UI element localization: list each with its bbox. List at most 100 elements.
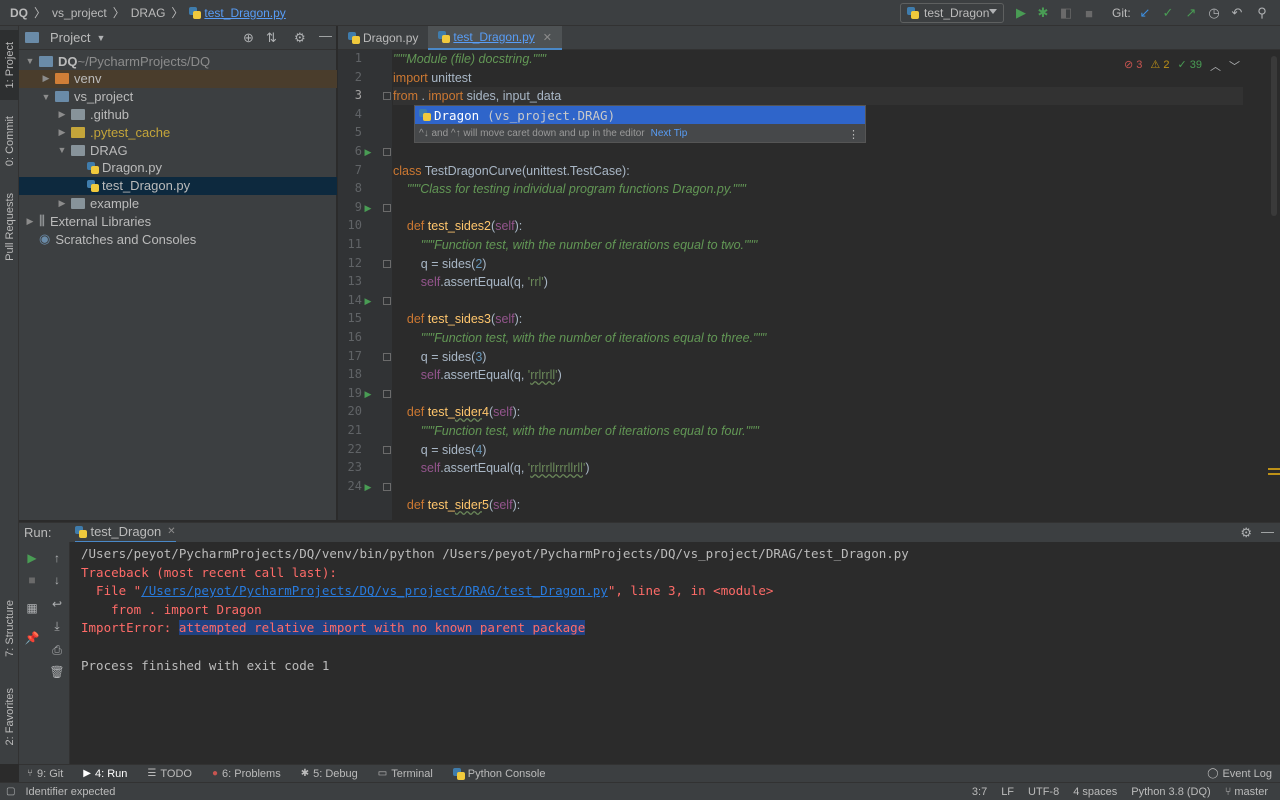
- run-gutter-icon[interactable]: ▶: [362, 482, 374, 493]
- tool-tab-todo[interactable]: ☰ TODO: [147, 768, 192, 780]
- status-toggle-icon[interactable]: ▢: [6, 786, 15, 797]
- tool-tab-problems[interactable]: ● 6: Problems: [212, 768, 281, 780]
- tool-tab-git[interactable]: ⑂ 9: Git: [27, 768, 63, 780]
- tree-item[interactable]: test_Dragon.py: [19, 176, 337, 195]
- run-tab-test-dragon[interactable]: test_Dragon ✕: [75, 523, 176, 543]
- traceback-file-link[interactable]: /Users/peyot/PycharmProjects/DQ/vs_proje…: [141, 583, 608, 598]
- history-icon[interactable]: ◷: [1206, 5, 1222, 21]
- project-panel-title[interactable]: Project: [50, 30, 90, 45]
- git-branch[interactable]: ⑂ master: [1225, 786, 1268, 798]
- run-gutter-icon[interactable]: ▶: [362, 147, 374, 158]
- arrow-up-icon[interactable]: ↑: [49, 550, 65, 566]
- tool-tab-structure[interactable]: 7: Structure: [0, 586, 19, 670]
- stop-icon[interactable]: ■: [24, 572, 40, 588]
- breadcrumb-drag[interactable]: DRAG: [131, 6, 166, 20]
- pin-icon[interactable]: 📌: [24, 630, 40, 646]
- editor-scrollbar[interactable]: [1268, 50, 1280, 520]
- tree-item[interactable]: ▶ example: [19, 194, 337, 212]
- tree-item[interactable]: ▼ DRAG: [19, 141, 337, 159]
- fold-marker-icon[interactable]: [383, 482, 391, 491]
- run-console[interactable]: /Users/peyot/PycharmProjects/DQ/venv/bin…: [71, 542, 1280, 764]
- chevron-down-icon[interactable]: ▼: [41, 92, 51, 102]
- stop-icon[interactable]: ■: [1081, 5, 1097, 21]
- trash-icon[interactable]: 🗑: [49, 664, 65, 680]
- file-encoding[interactable]: UTF-8: [1028, 786, 1059, 798]
- fold-marker-icon[interactable]: [383, 296, 391, 305]
- tool-tab-run[interactable]: ▶ 4: Run: [83, 768, 127, 780]
- hide-icon[interactable]: —: [1261, 524, 1274, 539]
- run-gutter-icon[interactable]: ▶: [362, 296, 374, 307]
- tree-item[interactable]: ▶ .github: [19, 105, 337, 123]
- chevron-down-icon[interactable]: ▼: [57, 145, 67, 155]
- warning-marker[interactable]: [1268, 468, 1280, 470]
- autocomplete-item[interactable]: Dragon (vs_project.DRAG): [415, 106, 865, 124]
- breadcrumb-file[interactable]: test_Dragon.py: [204, 6, 285, 20]
- tree-item[interactable]: ▶ venv: [19, 69, 337, 88]
- run-gutter-icon[interactable]: ▶: [362, 203, 374, 214]
- fold-marker-icon[interactable]: [383, 203, 391, 212]
- more-options-icon[interactable]: ⋮: [848, 128, 859, 141]
- git-push-icon[interactable]: ↗: [1183, 5, 1199, 21]
- print-icon[interactable]: ⎙: [49, 642, 65, 658]
- caret-position[interactable]: 3:7: [972, 786, 987, 798]
- run-gutter-icon[interactable]: ▶: [362, 389, 374, 400]
- breadcrumb-dq[interactable]: DQ: [10, 6, 28, 20]
- tree-item[interactable]: ▼ vs_project: [19, 88, 337, 106]
- tree-item[interactable]: ▼ DQ ~/PycharmProjects/DQ: [19, 52, 337, 70]
- tree-item[interactable]: ◉ Scratches and Consoles: [19, 230, 337, 248]
- tree-item[interactable]: ▶ .pytest_cache: [19, 123, 337, 141]
- breadcrumb-vs-project[interactable]: vs_project: [52, 6, 107, 20]
- fold-marker-icon[interactable]: [383, 389, 391, 398]
- chevron-right-icon[interactable]: ▶: [57, 127, 67, 138]
- locate-icon[interactable]: ⊕: [243, 30, 254, 46]
- coverage-icon[interactable]: ◧: [1058, 5, 1074, 21]
- chevron-down-icon[interactable]: ﹀: [1229, 58, 1240, 74]
- fold-marker-icon[interactable]: [383, 148, 391, 156]
- search-icon[interactable]: ⚲: [1254, 5, 1270, 21]
- git-update-icon[interactable]: ↙: [1137, 5, 1153, 21]
- rollback-icon[interactable]: ↶: [1229, 5, 1245, 21]
- layout-icon[interactable]: ▦: [24, 600, 40, 616]
- tree-item[interactable]: Dragon.py: [19, 159, 337, 177]
- fold-marker-icon[interactable]: [383, 259, 391, 268]
- tool-tab-python-console[interactable]: Python Console: [452, 767, 545, 780]
- tool-tab-debug[interactable]: ✱ 5: Debug: [301, 768, 358, 780]
- tool-tab-terminal[interactable]: ▭ Terminal: [378, 768, 433, 780]
- debug-icon[interactable]: ✱: [1035, 5, 1051, 21]
- run-icon[interactable]: ▶: [1013, 5, 1029, 21]
- tool-tab-favorites[interactable]: 2: Favorites: [0, 678, 19, 756]
- soft-wrap-icon[interactable]: ↩: [49, 596, 65, 612]
- scroll-to-end-icon[interactable]: ⤓: [49, 618, 65, 634]
- chevron-up-icon[interactable]: ︿: [1210, 58, 1221, 74]
- close-icon[interactable]: ✕: [543, 31, 552, 44]
- fold-marker-icon[interactable]: [383, 445, 391, 454]
- gear-icon[interactable]: ⚙: [1240, 525, 1252, 541]
- event-log-button[interactable]: ◯ Event Log: [1207, 768, 1272, 780]
- tool-tab-project[interactable]: 1: Project: [0, 30, 19, 100]
- python-interpreter[interactable]: Python 3.8 (DQ): [1131, 786, 1210, 798]
- fold-marker-icon[interactable]: [383, 92, 391, 101]
- tool-tab-pull-requests[interactable]: Pull Requests: [0, 182, 19, 272]
- selected-error-text[interactable]: attempted relative import with no known …: [178, 620, 586, 636]
- next-tip-link[interactable]: Next Tip: [651, 128, 688, 139]
- tab-dragon-py[interactable]: Dragon.py: [338, 26, 428, 50]
- rerun-icon[interactable]: ▶: [24, 550, 40, 566]
- scrollbar-thumb[interactable]: [1271, 56, 1277, 216]
- close-icon[interactable]: ✕: [167, 526, 175, 537]
- collapse-all-icon[interactable]: ⇅: [266, 30, 277, 46]
- hide-icon[interactable]: —: [319, 28, 332, 43]
- tree-item[interactable]: ▶ ⫼ External Libraries: [19, 212, 337, 230]
- fold-marker-icon[interactable]: [383, 352, 391, 361]
- line-separator[interactable]: LF: [1001, 786, 1014, 798]
- chevron-right-icon[interactable]: ▶: [57, 198, 67, 209]
- chevron-down-icon[interactable]: ▼: [96, 33, 105, 43]
- chevron-right-icon[interactable]: ▶: [25, 216, 35, 227]
- warning-marker[interactable]: [1268, 473, 1280, 475]
- git-commit-icon[interactable]: ✓: [1160, 5, 1176, 21]
- chevron-right-icon[interactable]: ▶: [41, 73, 51, 84]
- inspection-widget[interactable]: ⊘ 3 ⚠ 2 ✓ 39 ︿ ﹀: [1124, 58, 1240, 74]
- chevron-right-icon[interactable]: ▶: [57, 109, 67, 120]
- chevron-down-icon[interactable]: ▼: [25, 56, 35, 66]
- tab-test-dragon-py[interactable]: test_Dragon.py ✕: [428, 26, 562, 50]
- indent-setting[interactable]: 4 spaces: [1073, 786, 1117, 798]
